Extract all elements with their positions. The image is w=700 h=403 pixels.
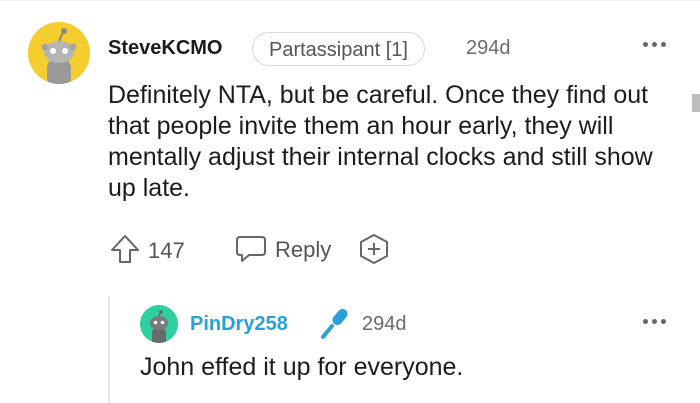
- snoo-avatar-icon: [140, 305, 178, 343]
- scrollbar-thumb[interactable]: [692, 94, 700, 112]
- comment-body: Definitely NTA, but be careful. Once the…: [108, 81, 653, 202]
- comment-username[interactable]: SteveKCMO: [108, 37, 222, 60]
- vote-count: 147: [148, 238, 185, 263]
- award-icon: [360, 234, 388, 264]
- more-dot: [643, 42, 648, 47]
- award-button[interactable]: [358, 233, 390, 265]
- reply-icon: [236, 236, 266, 262]
- more-options-button[interactable]: [641, 313, 669, 329]
- more-dot: [661, 319, 666, 324]
- user-flair: Partassipant [1]: [252, 32, 425, 66]
- avatar[interactable]: [28, 22, 90, 84]
- more-options-button[interactable]: [641, 36, 669, 52]
- reply-username[interactable]: PinDry258: [190, 313, 288, 336]
- comment-age[interactable]: 294d: [466, 37, 511, 60]
- more-dot: [643, 319, 648, 324]
- reply-label: Reply: [275, 237, 332, 262]
- upvote-icon: [111, 235, 139, 263]
- more-dot: [652, 319, 657, 324]
- more-dot: [661, 42, 666, 47]
- more-dot: [652, 42, 657, 47]
- reply-button[interactable]: Reply: [235, 232, 345, 266]
- reply-avatar[interactable]: [140, 305, 178, 343]
- top-divider: [0, 0, 700, 1]
- microphone-icon: [318, 306, 352, 340]
- thread-line[interactable]: [108, 296, 110, 403]
- upvote-button[interactable]: [108, 232, 142, 266]
- snoo-avatar-icon: [28, 22, 90, 84]
- reply-age[interactable]: 294d: [362, 313, 407, 336]
- reply-body: John effed it up for everyone.: [140, 353, 464, 381]
